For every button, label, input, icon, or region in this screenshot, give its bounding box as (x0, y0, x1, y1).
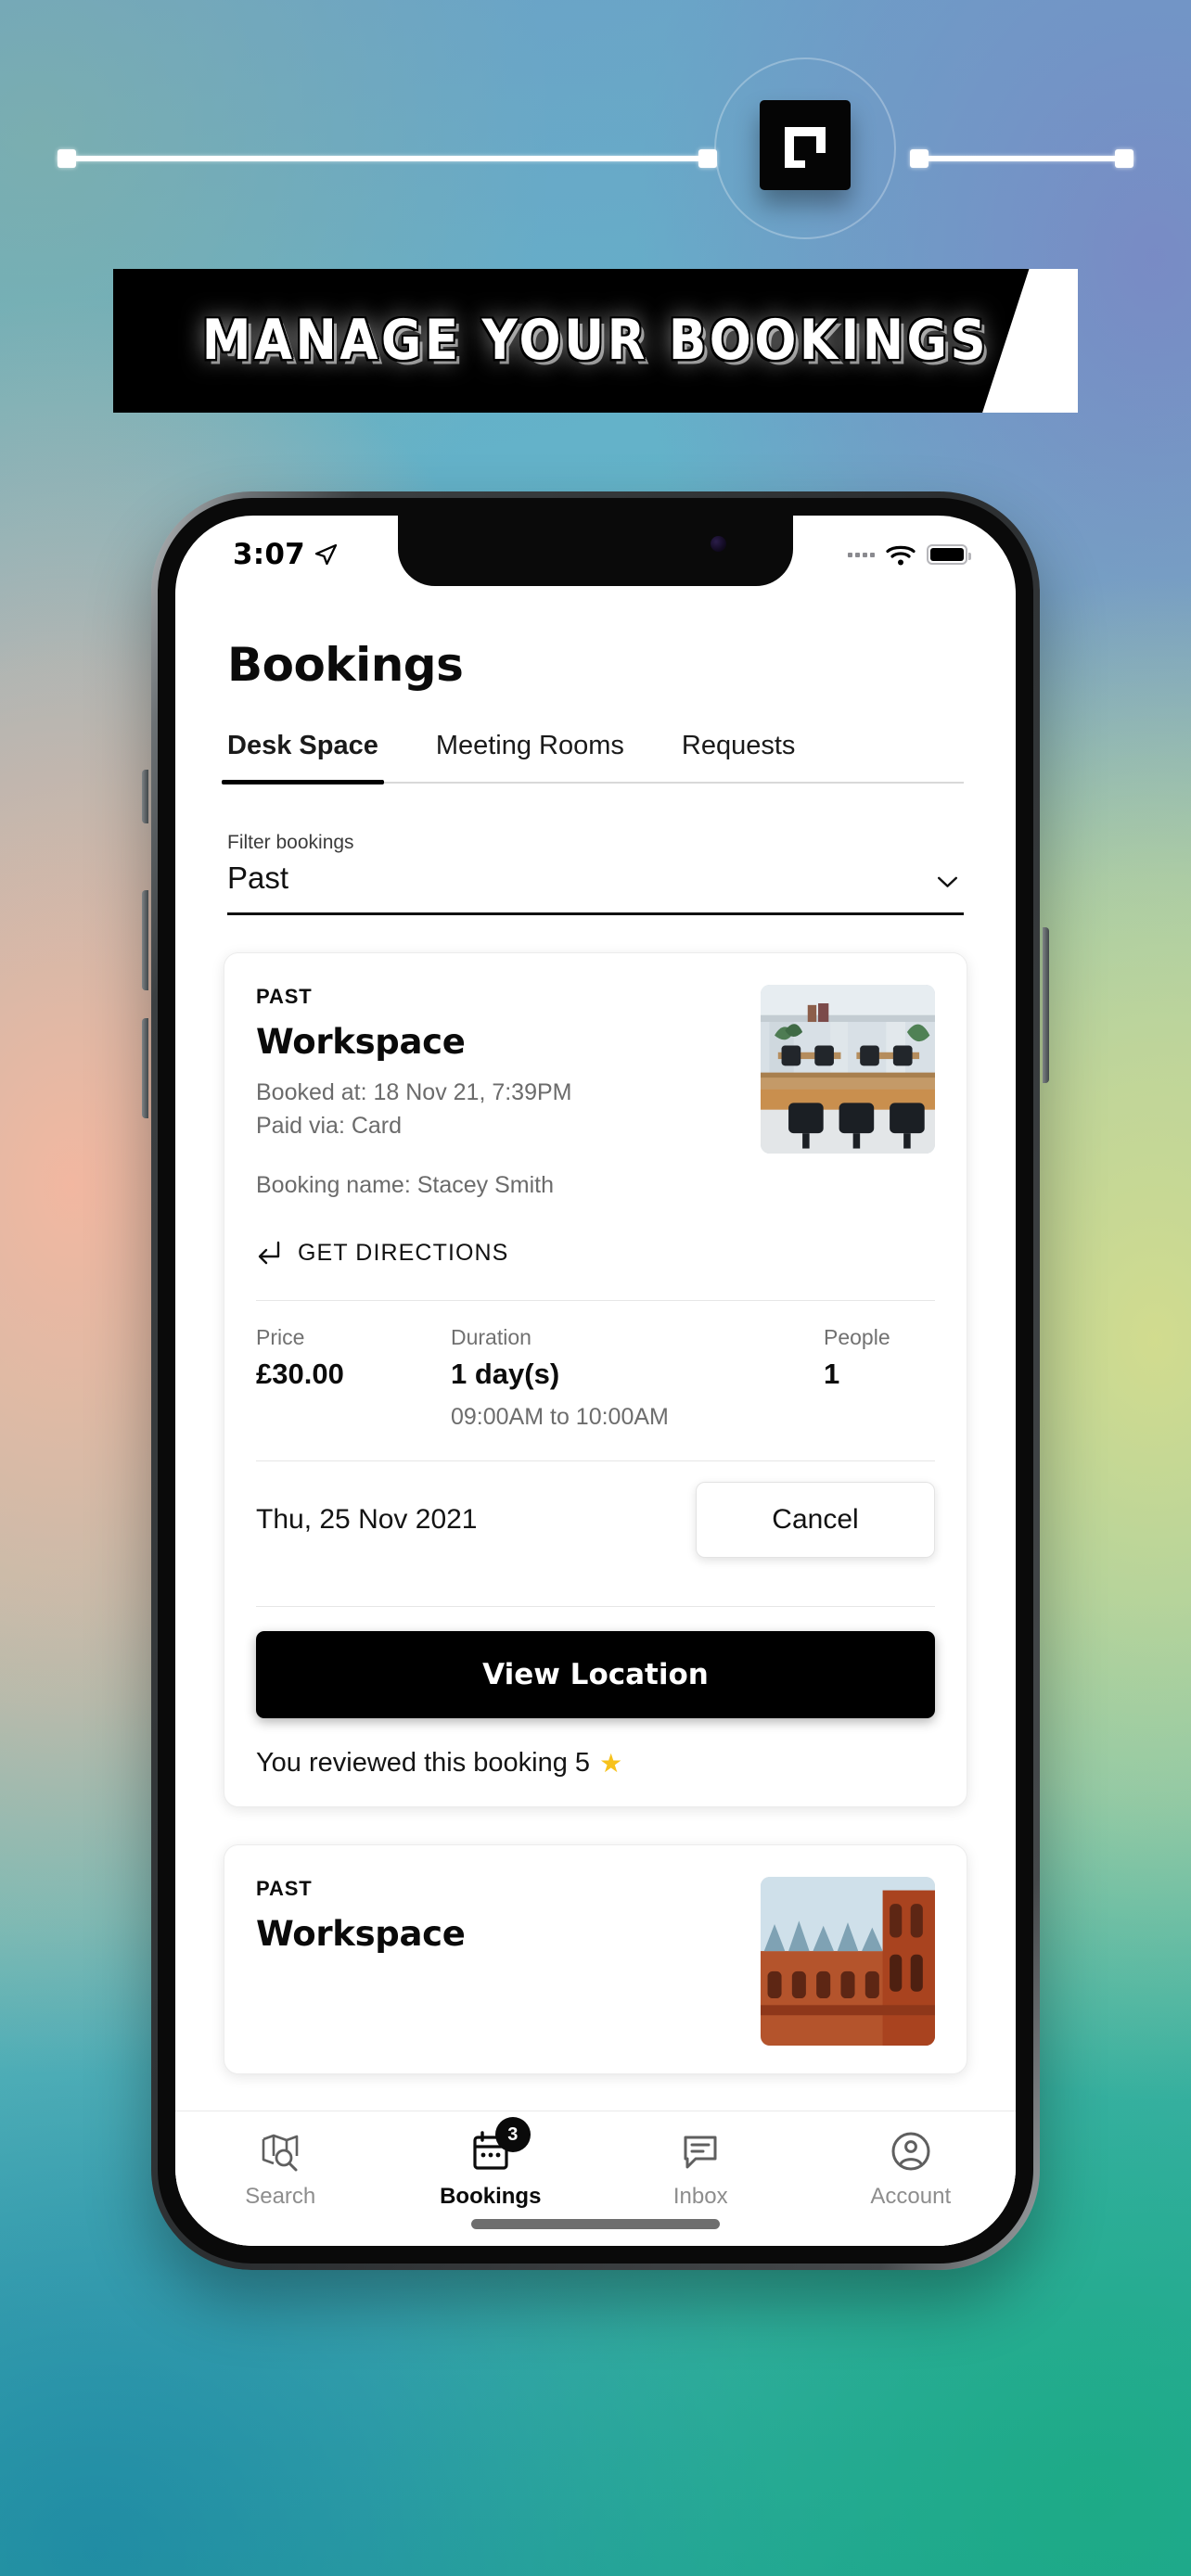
stat-duration-time-range: 09:00AM to 10:00AM (451, 1404, 669, 1430)
booking-card[interactable]: PAST Workspace Booked at: 18 Nov 21, 7:3… (224, 952, 967, 1807)
booking-booked-at: Booked at: 18 Nov 21, 7:39PM (256, 1079, 572, 1105)
stat-price-value: £30.00 (256, 1358, 344, 1390)
booking-thumbnail[interactable] (761, 1877, 935, 2046)
divider-bottom (256, 1606, 935, 1607)
bookings-badge: 3 (494, 2117, 531, 2152)
cancel-button[interactable]: Cancel (696, 1482, 935, 1558)
app-content: Bookings Desk Space Meeting Rooms Reques… (175, 593, 1016, 2246)
status-bar-time: 3:07 (233, 538, 305, 571)
coworking-office-photo (761, 985, 935, 1154)
stat-duration-label: Duration (451, 1325, 531, 1349)
decor-dot-3 (910, 149, 928, 168)
tabbar-label-bookings: Bookings (440, 2184, 542, 2209)
home-indicator[interactable] (471, 2219, 720, 2229)
tab-desk-space[interactable]: Desk Space (222, 731, 384, 784)
booking-title: Workspace (256, 1914, 466, 1954)
calendar-icon: 3 (469, 2117, 531, 2173)
stat-price: Price £30.00 (256, 1325, 451, 1431)
booking-card[interactable]: PAST Workspace (224, 1844, 967, 2074)
page-title: Bookings (227, 638, 464, 692)
booking-thumbnail[interactable] (761, 985, 935, 1154)
get-directions-label: GET DIRECTIONS (298, 1240, 509, 1266)
decor-line-left (58, 156, 707, 161)
get-directions-link[interactable]: GET DIRECTIONS (256, 1240, 935, 1274)
tab-desk-space-label: Desk Space (227, 731, 378, 760)
cancel-button-label: Cancel (772, 1504, 859, 1535)
tab-requests[interactable]: Requests (682, 731, 796, 782)
phone-bezel: 3:07 Bookings Desk Space Meeting Rooms R… (158, 498, 1033, 2264)
booking-stats: Price £30.00 Duration 1 day(s) 09:00AM t… (256, 1301, 935, 1435)
view-location-label: View Location (482, 1658, 709, 1691)
wifi-icon (886, 545, 916, 565)
status-bar: 3:07 (175, 516, 1016, 593)
tabbar-label-inbox: Inbox (672, 2184, 728, 2209)
tabbar-item-bookings[interactable]: 3 Bookings (386, 2117, 596, 2210)
bracket-logo-icon (785, 126, 826, 168)
map-search-icon (259, 2130, 301, 2173)
tab-requests-label: Requests (681, 731, 796, 760)
battery-full-icon (927, 544, 971, 565)
filter-bookings-value: Past (227, 861, 289, 895)
booking-name: Booking name: Stacey Smith (256, 1172, 554, 1198)
booking-card-header: PAST Workspace (256, 1877, 935, 2046)
booking-card-header: PAST Workspace Booked at: 18 Nov 21, 7:3… (256, 985, 935, 1199)
booking-paid-via: Paid via: Card (256, 1112, 403, 1139)
filter-bookings-dropdown[interactable]: Filter bookings Past (227, 832, 964, 915)
stat-people-value: 1 (824, 1358, 840, 1390)
tabbar-item-search[interactable]: Search (175, 2130, 386, 2210)
booking-date-row: Thu, 25 Nov 2021 Cancel (256, 1461, 935, 1580)
chat-bubble-icon (679, 2130, 722, 2173)
stat-duration-value: 1 day(s) (451, 1358, 560, 1390)
booking-card-info: PAST Workspace Booked at: 18 Nov 21, 7:3… (256, 985, 742, 1199)
power-button[interactable] (1043, 927, 1049, 1083)
stat-price-label: Price (256, 1325, 305, 1349)
promo-banner: MANAGE YOUR BOOKINGS (113, 269, 1078, 413)
booking-card-info: PAST Workspace (256, 1877, 742, 2046)
stat-duration: Duration 1 day(s) 09:00AM to 10:00AM (451, 1325, 824, 1431)
review-status: You reviewed this booking 5 ★ (256, 1748, 935, 1779)
brick-building-photo (761, 1877, 935, 2046)
header-decoration (0, 0, 1191, 278)
cellular-dots-icon (848, 552, 875, 557)
bookings-scroll-area[interactable]: Bookings Desk Space Meeting Rooms Reques… (175, 593, 1016, 2111)
promo-banner-title: MANAGE YOUR BOOKINGS (201, 309, 990, 373)
status-badge: PAST (256, 985, 313, 1008)
tabbar-item-inbox[interactable]: Inbox (596, 2130, 806, 2210)
tab-meeting-rooms[interactable]: Meeting Rooms (436, 731, 624, 782)
tabbar-item-account[interactable]: Account (806, 2130, 1017, 2210)
status-bar-right (848, 543, 971, 567)
volume-up-button[interactable] (142, 890, 148, 990)
tabbar-label-search: Search (245, 2184, 316, 2209)
chevron-down-icon[interactable] (937, 876, 958, 888)
app-logo (760, 100, 851, 190)
stat-people: People 1 (824, 1325, 935, 1431)
decor-dot-4 (1115, 149, 1133, 168)
status-bar-left: 3:07 (233, 538, 338, 571)
booking-date: Thu, 25 Nov 2021 (256, 1504, 478, 1535)
enter-arrow-icon (258, 1241, 280, 1265)
person-circle-icon (890, 2130, 932, 2173)
booking-title: Workspace (256, 1022, 466, 1062)
view-location-button[interactable]: View Location (256, 1631, 935, 1718)
tabbar-label-account: Account (870, 2184, 952, 2209)
decor-line-right (918, 156, 1133, 161)
location-arrow-icon (314, 543, 338, 566)
mute-switch[interactable] (142, 770, 148, 823)
booking-type-tabs: Desk Space Meeting Rooms Requests (222, 731, 964, 784)
decor-dot-1 (58, 149, 76, 168)
star-icon: ★ (599, 1749, 623, 1778)
filter-bookings-label: Filter bookings (227, 832, 354, 853)
review-text: You reviewed this booking 5 (256, 1748, 591, 1778)
status-badge: PAST (256, 1877, 313, 1900)
tab-meeting-rooms-label: Meeting Rooms (435, 731, 624, 760)
stat-people-label: People (824, 1325, 890, 1349)
volume-down-button[interactable] (142, 1018, 148, 1118)
phone-screen: 3:07 Bookings Desk Space Meeting Rooms R… (175, 516, 1016, 2246)
phone-device: 3:07 Bookings Desk Space Meeting Rooms R… (142, 491, 1049, 2270)
